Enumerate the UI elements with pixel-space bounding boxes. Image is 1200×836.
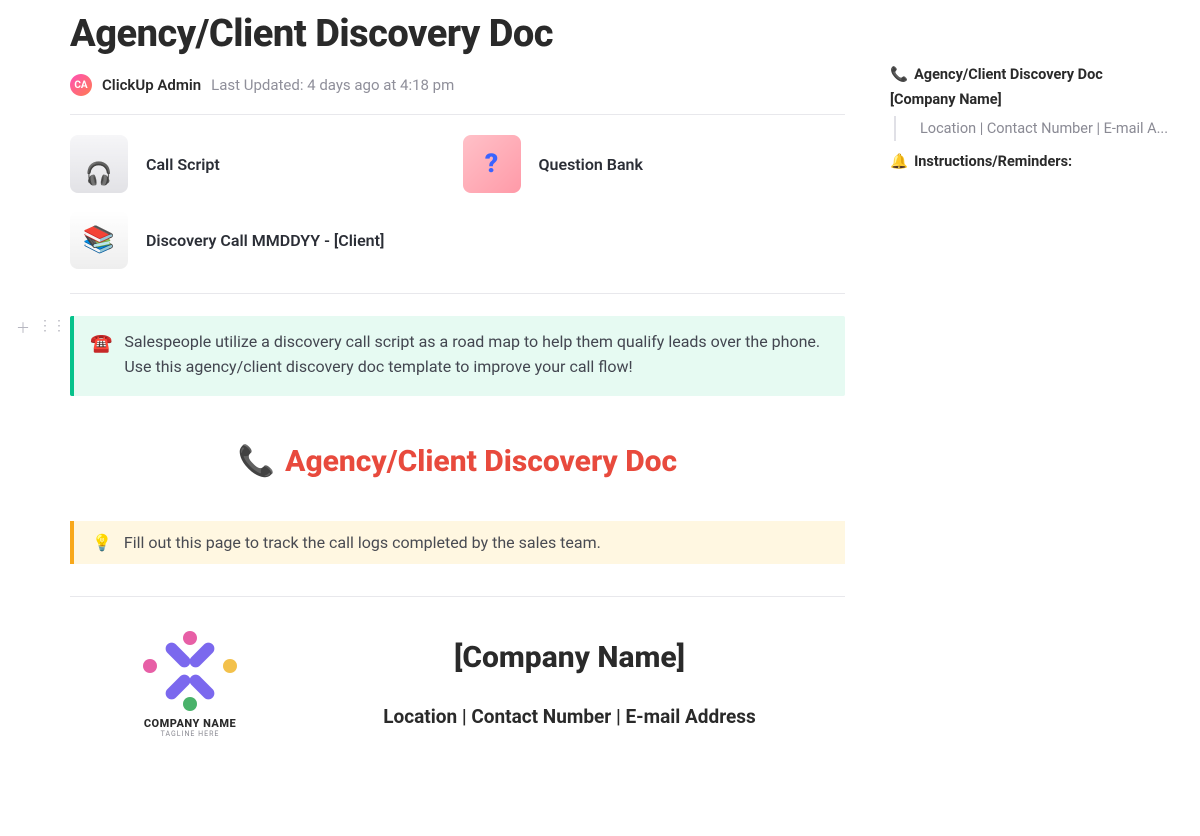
subpage-label: Discovery Call MMDDYY - [Client] [146,231,384,250]
add-block-icon[interactable]: ＋ [16,318,30,338]
logo-mark-icon [145,631,235,711]
company-logo: COMPANY NAME TAGLINE HERE [120,631,260,738]
thumbnail-icon: ? [463,135,521,193]
outline-item[interactable]: 📞 Agency/Client Discovery Doc [890,62,1180,87]
byline: CA ClickUp Admin Last Updated: 4 days ag… [70,74,845,96]
outline-item[interactable]: [Company Name] [890,87,1180,112]
intro-callout: ☎️ Salespeople utilize a discovery call … [70,316,845,396]
block-controls[interactable]: ＋ ⋮⋮ [16,318,66,338]
phone-icon: 📞 [238,444,275,479]
author-avatar[interactable]: CA [70,74,92,96]
outline-item-label: Agency/Client Discovery Doc [914,66,1103,83]
company-block: COMPANY NAME TAGLINE HERE [Company Name]… [70,631,845,738]
author-name[interactable]: ClickUp Admin [102,76,201,94]
outline-item-label: Instructions/Reminders: [914,153,1072,170]
company-subline: Location | Contact Number | E-mail Addre… [294,705,845,728]
subpage-grid: Call Script ? Question Bank Discovery Ca… [70,135,845,269]
outline-subitem[interactable]: Location | Contact Number | E-mail A... [910,116,1180,141]
outline-panel: 📞 Agency/Client Discovery Doc [Company N… [890,62,1180,174]
divider [70,596,845,597]
bell-icon: 🔔 [890,153,908,170]
company-name-heading: [Company Name] [294,640,845,675]
subpage-discovery-call[interactable]: Discovery Call MMDDYY - [Client] [70,211,453,269]
subpage-label: Call Script [146,155,220,174]
logo-name: COMPANY NAME [120,717,260,730]
outline-item-label: [Company Name] [890,91,1002,108]
phone-icon: ☎️ [90,330,112,380]
logo-tagline: TAGLINE HERE [120,730,260,738]
phone-icon: 📞 [890,66,908,83]
divider [70,293,845,294]
subpage-label: Question Bank [539,155,643,174]
callout-text: Salespeople utilize a discovery call scr… [124,330,825,380]
document-main: Agency/Client Discovery Doc CA ClickUp A… [70,12,845,738]
thumbnail-icon [70,211,128,269]
section-heading: 📞 Agency/Client Discovery Doc [70,444,845,479]
drag-handle-icon[interactable]: ⋮⋮ [38,318,66,338]
outline-item[interactable]: 🔔 Instructions/Reminders: [890,149,1180,174]
thumbnail-icon [70,135,128,193]
callout-block[interactable]: ＋ ⋮⋮ ☎️ Salespeople utilize a discovery … [70,316,845,396]
company-text: [Company Name] Location | Contact Number… [294,640,845,728]
subpage-question-bank[interactable]: ? Question Bank [463,135,846,193]
section-heading-text: Agency/Client Discovery Doc [285,444,677,479]
lightbulb-icon: 💡 [92,533,112,552]
outline-subgroup: Location | Contact Number | E-mail A... [894,116,1180,141]
divider [70,114,845,115]
tip-callout: 💡 Fill out this page to track the call l… [70,521,845,564]
tip-text: Fill out this page to track the call log… [124,533,601,552]
last-updated: Last Updated: 4 days ago at 4:18 pm [211,76,454,94]
subpage-call-script[interactable]: Call Script [70,135,453,193]
page-title: Agency/Client Discovery Doc [70,12,845,56]
